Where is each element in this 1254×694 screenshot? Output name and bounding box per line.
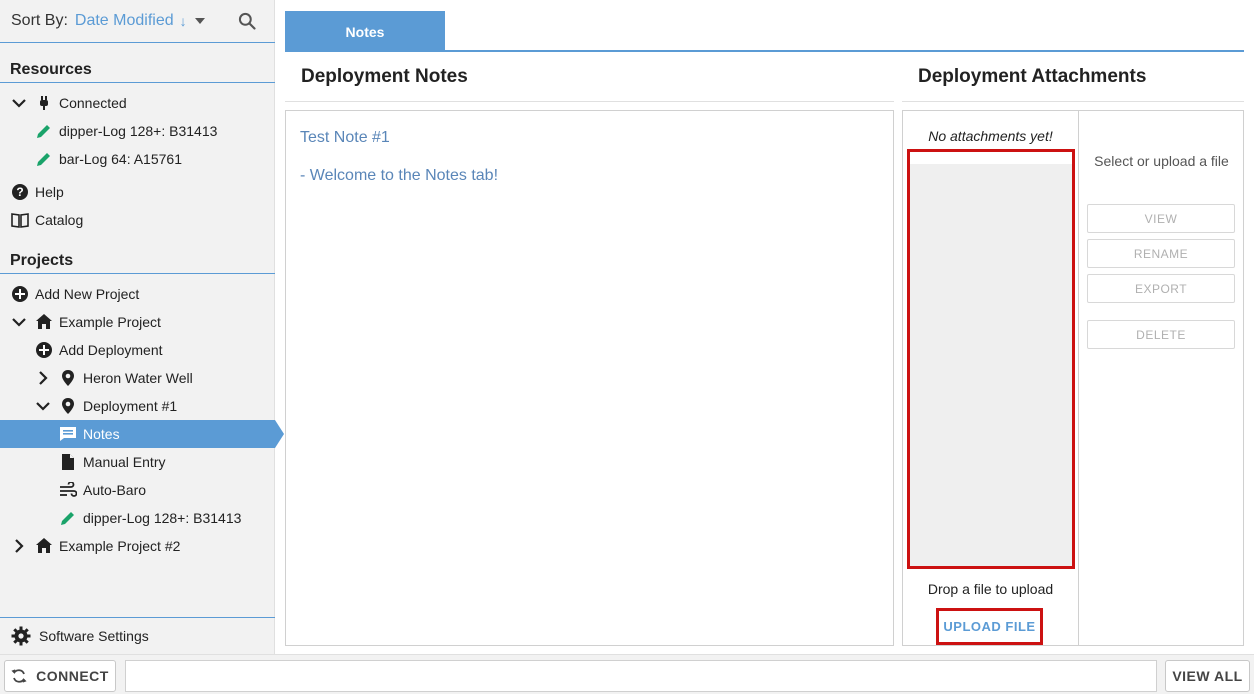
sidebar-item-label: Heron Water Well (83, 370, 193, 386)
sidebar-item-auto-baro[interactable]: Auto-Baro (59, 476, 146, 504)
sidebar-item-label: Catalog (35, 212, 84, 228)
sidebar-item-label: bar-Log 64: A15761 (59, 151, 182, 167)
sidebar-item-help[interactable]: ? Help (11, 178, 64, 206)
wind-icon (59, 481, 77, 499)
svg-text:?: ? (16, 185, 23, 199)
sort-value-dropdown[interactable]: Date Modified (75, 12, 174, 30)
add-new-project-button[interactable]: Add New Project (11, 280, 139, 308)
add-deployment-button[interactable]: Add Deployment (35, 336, 163, 364)
attachments-list: No attachments yet! Drop a file to uploa… (902, 110, 1079, 646)
bottom-bar: CONNECT VIEW ALL (0, 654, 1254, 694)
sidebar-item-example-project[interactable]: Example Project (11, 308, 161, 336)
export-button[interactable]: EXPORT (1087, 274, 1235, 303)
delete-button[interactable]: DELETE (1087, 320, 1235, 349)
sidebar-item-label: Notes (83, 426, 120, 442)
view-button[interactable]: VIEW (1087, 204, 1235, 233)
sidebar-item-label: Help (35, 184, 64, 200)
attachment-actions: Select or upload a file VIEW RENAME EXPO… (1079, 110, 1244, 646)
drop-zone-area[interactable] (910, 164, 1072, 566)
sort-label: Sort By: (11, 12, 68, 29)
map-pin-icon (59, 369, 77, 387)
chevron-down-icon[interactable] (11, 95, 27, 111)
plus-circle-icon (35, 341, 53, 359)
select-file-hint: Select or upload a file (1094, 153, 1229, 169)
home-icon (35, 537, 53, 555)
sidebar-item-manual-entry[interactable]: Manual Entry (59, 448, 165, 476)
sidebar-item-dipper-log[interactable]: dipper-Log 128+: B31413 (35, 117, 217, 145)
no-attachments-text: No attachments yet! (928, 128, 1053, 144)
notes-panel-title: Deployment Notes (301, 66, 468, 87)
sidebar-item-label: Add Deployment (59, 342, 163, 358)
pencil-icon (35, 150, 53, 168)
map-pin-icon (59, 397, 77, 415)
projects-heading: Projects (0, 248, 275, 274)
status-message-field (125, 660, 1157, 692)
sidebar: Sort By: Date Modified ↓ Resources Conne… (0, 0, 284, 654)
notes-title-divider (285, 101, 894, 102)
sidebar-item-label: Example Project #2 (59, 538, 181, 554)
selection-pointer (275, 420, 284, 448)
chevron-right-icon[interactable] (11, 538, 27, 554)
pencil-icon (59, 509, 77, 527)
sidebar-item-label: dipper-Log 128+: B31413 (59, 123, 218, 139)
file-drop-zone[interactable] (907, 149, 1075, 569)
upload-file-button[interactable]: UPLOAD FILE (936, 608, 1043, 645)
software-settings-button[interactable]: Software Settings (0, 617, 275, 654)
sidebar-item-connected[interactable]: Connected (11, 89, 127, 117)
sidebar-item-catalog[interactable]: Catalog (11, 206, 83, 234)
chevron-down-icon[interactable] (194, 18, 205, 24)
note-line: Test Note #1 (300, 129, 390, 146)
sidebar-item-example-project-2[interactable]: Example Project #2 (11, 532, 180, 560)
sidebar-item-notes[interactable]: Notes (0, 420, 275, 448)
tab-notes[interactable]: Notes (285, 11, 445, 52)
resources-heading: Resources (0, 57, 275, 83)
notes-icon (59, 425, 77, 443)
attachments-title-divider (902, 101, 1244, 102)
pencil-icon (35, 122, 53, 140)
software-settings-label: Software Settings (39, 628, 149, 644)
home-icon (35, 313, 53, 331)
sort-bar: Sort By: Date Modified ↓ (0, 0, 275, 43)
notes-editor[interactable]: Test Note #1 - Welcome to the Notes tab! (285, 110, 894, 646)
sidebar-item-dipper-log-deployment[interactable]: dipper-Log 128+: B31413 (59, 504, 241, 532)
sidebar-item-heron-water-well[interactable]: Heron Water Well (35, 364, 193, 392)
drop-file-text: Drop a file to upload (927, 581, 1054, 597)
book-icon (11, 211, 29, 229)
plug-icon (35, 94, 53, 112)
note-line: - Welcome to the Notes tab! (300, 167, 499, 184)
attachments-panel-title: Deployment Attachments (918, 66, 1147, 87)
gear-icon (11, 626, 31, 646)
connect-label: CONNECT (36, 668, 109, 684)
tab-bar: Notes (285, 11, 1244, 52)
sidebar-item-label: Manual Entry (83, 454, 166, 470)
sidebar-item-label: Connected (59, 95, 127, 111)
sidebar-item-label: dipper-Log 128+: B31413 (83, 510, 242, 526)
plus-circle-icon (11, 285, 29, 303)
rename-button[interactable]: RENAME (1087, 239, 1235, 268)
refresh-icon (11, 669, 27, 683)
chevron-down-icon[interactable] (35, 398, 51, 414)
chevron-down-icon[interactable] (11, 314, 27, 330)
sidebar-item-label: Auto-Baro (83, 482, 147, 498)
sort-direction-icon[interactable]: ↓ (180, 13, 187, 29)
document-icon (59, 453, 77, 471)
app-window: Sort By: Date Modified ↓ Resources Conne… (0, 0, 1254, 694)
view-all-button[interactable]: VIEW ALL (1165, 660, 1250, 692)
connect-button[interactable]: CONNECT (4, 660, 116, 692)
search-icon[interactable] (237, 11, 257, 31)
sidebar-item-label: Example Project (59, 314, 161, 330)
sidebar-item-deployment-1[interactable]: Deployment #1 (35, 392, 177, 420)
help-icon: ? (11, 183, 29, 201)
chevron-right-icon[interactable] (35, 370, 51, 386)
sidebar-item-label: Deployment #1 (83, 398, 178, 414)
sidebar-item-bar-log[interactable]: bar-Log 64: A15761 (35, 145, 182, 173)
sidebar-item-label: Add New Project (35, 286, 140, 302)
